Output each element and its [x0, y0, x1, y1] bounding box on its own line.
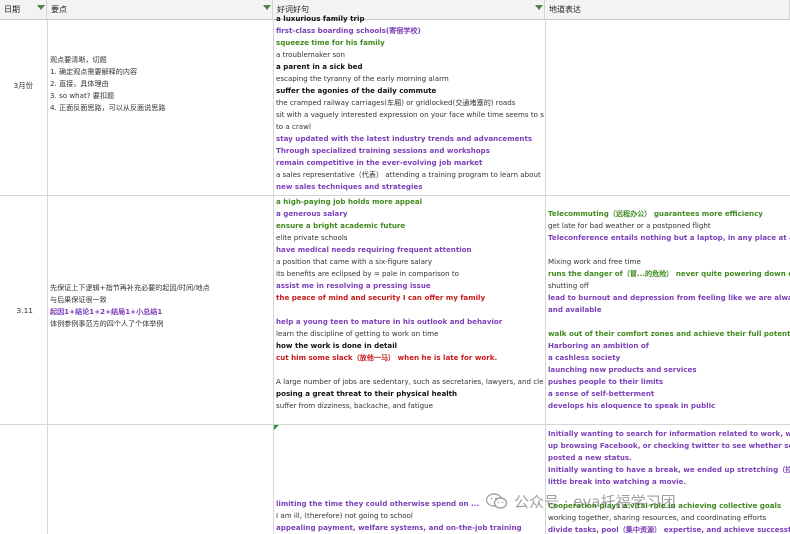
row-date[interactable]: 3.11	[0, 306, 33, 315]
column-divider	[273, 20, 274, 534]
cell-line: working together, sharing resources, and…	[548, 513, 767, 522]
row-date[interactable]: 3月份	[0, 80, 33, 91]
cell-line: 2. 直接，具体理由	[50, 79, 109, 88]
cell-line: Initially wanting to have a break, we en…	[548, 465, 790, 474]
header-expressions-label: 地道表达	[549, 5, 581, 14]
cell-line: suffer from dizziness, backache, and fat…	[276, 401, 433, 410]
column-divider	[545, 20, 546, 534]
cell-line: stay updated with the latest industry tr…	[276, 134, 533, 143]
topic-cell[interactable]: 先保证上下逻辑+指节再补充必要的起因/时间/地点 与后果保证很一致起因1+结论1+…	[50, 282, 272, 330]
cell-line: divide tasks, pool（集中资源） expertise, and …	[548, 525, 790, 534]
cell-line: a cashless society	[548, 353, 621, 362]
cell-line: Initially wanting to search for informat…	[548, 429, 790, 438]
cell-line: help a young teen to mature in his outlo…	[276, 317, 503, 326]
cell-line: 起因1+结论1+2+结局1+小总结1	[50, 307, 163, 316]
cell-line: Harboring an ambition of	[548, 341, 649, 350]
cell-line: escaping the tyranny of the early mornin…	[276, 74, 449, 83]
cell-line: pushes people to their limits	[548, 377, 664, 386]
filter-icon[interactable]	[37, 5, 45, 10]
watermark: 公众号 · eva托福学习团	[485, 490, 676, 512]
cell-line: shutting off	[548, 281, 589, 290]
cell-line: posing a great threat to their physical …	[276, 389, 458, 398]
cell-line	[276, 364, 544, 376]
cell-line: how the work is done in detail	[276, 341, 398, 350]
cell-line: 先保证上下逻辑+指节再补充必要的起因/时间/地点	[50, 283, 210, 292]
cell-line: a parent in a sick bed	[276, 62, 363, 71]
cell-line: the cramped railway carriages(车厢) or gri…	[276, 98, 516, 107]
cell-line: walk out of their comfort zones and achi…	[548, 329, 790, 338]
cell-line: elite private schools	[276, 233, 348, 242]
cell-line: a generous salary	[276, 209, 348, 218]
column-divider	[47, 20, 48, 534]
cell-line: A large number of jobs are sedentary, su…	[276, 377, 544, 386]
cell-line: launching new products and services	[548, 365, 697, 374]
cell-line: ensure a bright academic future	[276, 221, 406, 230]
expressions-cell[interactable]: Telecommuting（远程办公） guarantees more effi…	[548, 208, 790, 412]
cell-line: a position that came with a six-figure s…	[276, 257, 433, 266]
cell-line: little break into watching a movie.	[548, 477, 687, 486]
cell-line: posted a new status.	[548, 453, 632, 462]
cell-line: 1. 确定观点需要解释的内容	[50, 67, 138, 76]
cell-line: Teleconference entails nothing but a lap…	[548, 233, 790, 242]
cell-line: a troublemaker son	[276, 50, 345, 59]
cell-line	[548, 316, 790, 328]
header-topic-label: 要点	[51, 5, 67, 14]
topic-cell[interactable]: 观点要清晰，切题 1. 确定观点需要解释的内容 2. 直接，具体理由 3. so wh…	[50, 54, 272, 114]
expressions-cell[interactable]: Initially wanting to search for informat…	[548, 428, 790, 534]
header-expressions[interactable]: 地道表达	[545, 0, 790, 20]
watermark-text: 公众号 · eva托福学习团	[514, 492, 676, 511]
cell-line: 体例参例事范方的四个人了个体举例	[50, 319, 164, 328]
cell-line: to a crawl	[276, 122, 311, 131]
cell-line: 观点要清晰，切题	[50, 55, 107, 64]
comment-marker	[274, 425, 279, 430]
cell-line: runs the danger of（冒...的危险） never quite …	[548, 269, 790, 278]
cell-line	[548, 244, 790, 256]
cell-line: get late for bad weather or a postponed …	[548, 221, 711, 230]
cell-line	[276, 304, 544, 316]
cell-line: and available	[548, 305, 602, 314]
cell-line: appealing payment, welfare systems, and …	[276, 523, 522, 532]
cell-line: its benefits are eclipsed by = pale in c…	[276, 269, 459, 278]
header-topic[interactable]: 要点	[47, 0, 273, 20]
cell-line: 3. so what? 要扣题	[50, 91, 115, 100]
cell-line: develops his eloquence to speak in publi…	[548, 401, 716, 410]
filter-icon[interactable]	[263, 5, 271, 10]
cell-line: a luxurious family trip	[276, 14, 365, 23]
cell-line: Mixing work and free time	[548, 257, 641, 266]
cell-line: new sales techniques and strategies	[276, 182, 423, 191]
phrases-cell[interactable]: a luxurious family trip first-class board…	[276, 13, 544, 193]
cell-line: remain competitive in the ever-evolving …	[276, 158, 483, 167]
cell-line: Through specialized training sessions an…	[276, 146, 490, 155]
row-divider	[0, 424, 790, 425]
cell-line: first-class boarding schools(寄宿学校)	[276, 26, 421, 35]
cell-line: cut him some slack（放他一马） when he is late…	[276, 353, 498, 362]
wechat-icon	[485, 493, 508, 509]
cell-line: lead to burnout and depression from feel…	[548, 293, 790, 302]
spreadsheet-grid: 日期 要点 好词好句 地道表达 3月份 观点要清晰，切题 1. 确定观点需要解释的…	[0, 0, 790, 534]
cell-line: learn the discipline of getting to work …	[276, 329, 439, 338]
cell-line: up browsing Facebook, or checking twitte…	[548, 441, 790, 450]
header-date-label: 日期	[4, 5, 20, 14]
cell-line: suffer the agonies of the daily commute	[276, 86, 437, 95]
cell-line: a high-paying job holds more appeal	[276, 197, 423, 206]
filter-icon[interactable]	[535, 5, 543, 10]
cell-line: a sense of self-betterment	[548, 389, 655, 398]
cell-line: a sales representative（代表） attending a t…	[276, 170, 541, 179]
cell-line: have medical needs requiring frequent at…	[276, 245, 472, 254]
phrases-cell[interactable]: a high-paying job holds more appeal a gen…	[276, 196, 544, 412]
cell-line: sit with a vaguely interested expression…	[276, 110, 544, 119]
cell-line: Telecommuting（远程办公） guarantees more effi…	[548, 209, 763, 218]
cell-line: 与后果保证很一致	[50, 295, 107, 304]
cell-line: 4. 正面反面思路，可以从反面说思路	[50, 103, 166, 112]
cell-line: squeeze time for his family	[276, 38, 385, 47]
header-date[interactable]: 日期	[0, 0, 47, 20]
cell-line: the peace of mind and security I can off…	[276, 293, 486, 302]
cell-line: assist me in resolving a pressing issue	[276, 281, 431, 290]
